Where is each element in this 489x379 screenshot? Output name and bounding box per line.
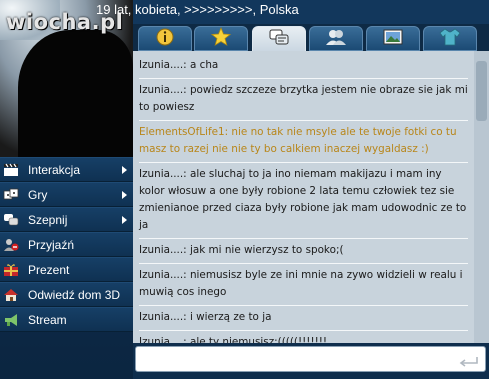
left-sidebar: wiocha.pl Interakcja Gry Szepnij Przyjaź…	[0, 0, 133, 379]
submenu-arrow-icon	[122, 216, 127, 224]
menu-item-label: Stream	[28, 312, 67, 327]
chat-message: Izunia....: i wierzą ze to ja	[139, 309, 468, 331]
tab-favorites[interactable]	[194, 26, 248, 51]
menu-item-label: Przyjaźń	[28, 237, 75, 252]
users-icon	[325, 28, 347, 50]
enter-key-icon[interactable]	[459, 353, 479, 372]
chat-icon	[269, 29, 289, 51]
profile-photo[interactable]: wiocha.pl	[0, 0, 133, 158]
menu-item-label: Odwiedź dom 3D	[28, 287, 121, 302]
menu-item-label: Gry	[28, 187, 48, 202]
info-icon	[155, 27, 175, 51]
submenu-arrow-icon	[122, 191, 127, 199]
friend-icon	[3, 237, 19, 253]
tab-clothes[interactable]	[423, 26, 477, 51]
dice-icon	[3, 187, 19, 203]
menu-item-szepnij[interactable]: Szepnij	[0, 207, 133, 232]
clapperboard-icon	[3, 162, 19, 178]
menu-item-label: Szepnij	[28, 212, 68, 227]
menu-item-stream[interactable]: Stream	[0, 307, 133, 332]
message-input[interactable]	[135, 346, 486, 372]
whisper-bubble-icon	[3, 212, 19, 228]
tab-bar	[138, 26, 489, 53]
chat-message: Izunia....: ale sluchaj to ja ino niemam…	[139, 166, 468, 239]
profile-header: 19 lat, kobieta, >>>>>>>>>, Polska	[96, 0, 489, 24]
tab-info[interactable]	[138, 26, 192, 51]
chat-scrollbar[interactable]	[474, 51, 489, 343]
menu-item-label: Interakcja	[28, 162, 81, 177]
tab-chat[interactable]	[252, 26, 306, 53]
chat-message: Izunia....: powiedz szczeze brzytka jest…	[139, 82, 468, 121]
submenu-arrow-icon	[122, 166, 127, 174]
chat-message: Izunia....: niemusisz byle ze ini mnie n…	[139, 267, 468, 306]
menu-item-interakcja[interactable]: Interakcja	[0, 157, 133, 182]
action-menu: Interakcja Gry Szepnij Przyjaźń Prezent …	[0, 157, 133, 332]
tshirt-icon	[439, 28, 461, 50]
menu-item-prezent[interactable]: Prezent	[0, 257, 133, 282]
message-input-bar	[133, 343, 489, 379]
tab-photos[interactable]	[366, 26, 420, 51]
menu-item-gry[interactable]: Gry	[0, 182, 133, 207]
chat-message: Izunia....: ale ty niemusisz:(((((!!!!!!…	[139, 334, 468, 343]
profile-title: 19 lat, kobieta, >>>>>>>>>, Polska	[96, 2, 299, 17]
scrollbar-thumb[interactable]	[476, 61, 487, 121]
chat-message: Izunia....: a cha	[139, 57, 468, 79]
house-icon	[3, 287, 19, 303]
chat-log[interactable]: Izunia....: a cha Izunia....: powiedz szc…	[133, 51, 474, 343]
menu-item-przyjazn[interactable]: Przyjaźń	[0, 232, 133, 257]
menu-item-label: Prezent	[28, 262, 70, 277]
menu-item-odwiedz-dom-3d[interactable]: Odwiedź dom 3D	[0, 282, 133, 307]
star-icon	[210, 26, 232, 51]
chat-message: Izunia....: jak mi nie wierzysz to spoko…	[139, 242, 468, 264]
tab-friends[interactable]	[309, 26, 363, 51]
megaphone-icon	[3, 312, 19, 328]
chat-message: ElementsOfLife1: nie no tak nie msyle al…	[139, 124, 468, 163]
photo-icon	[383, 28, 403, 50]
photo-silhouette	[18, 30, 133, 158]
gift-icon	[3, 262, 19, 278]
